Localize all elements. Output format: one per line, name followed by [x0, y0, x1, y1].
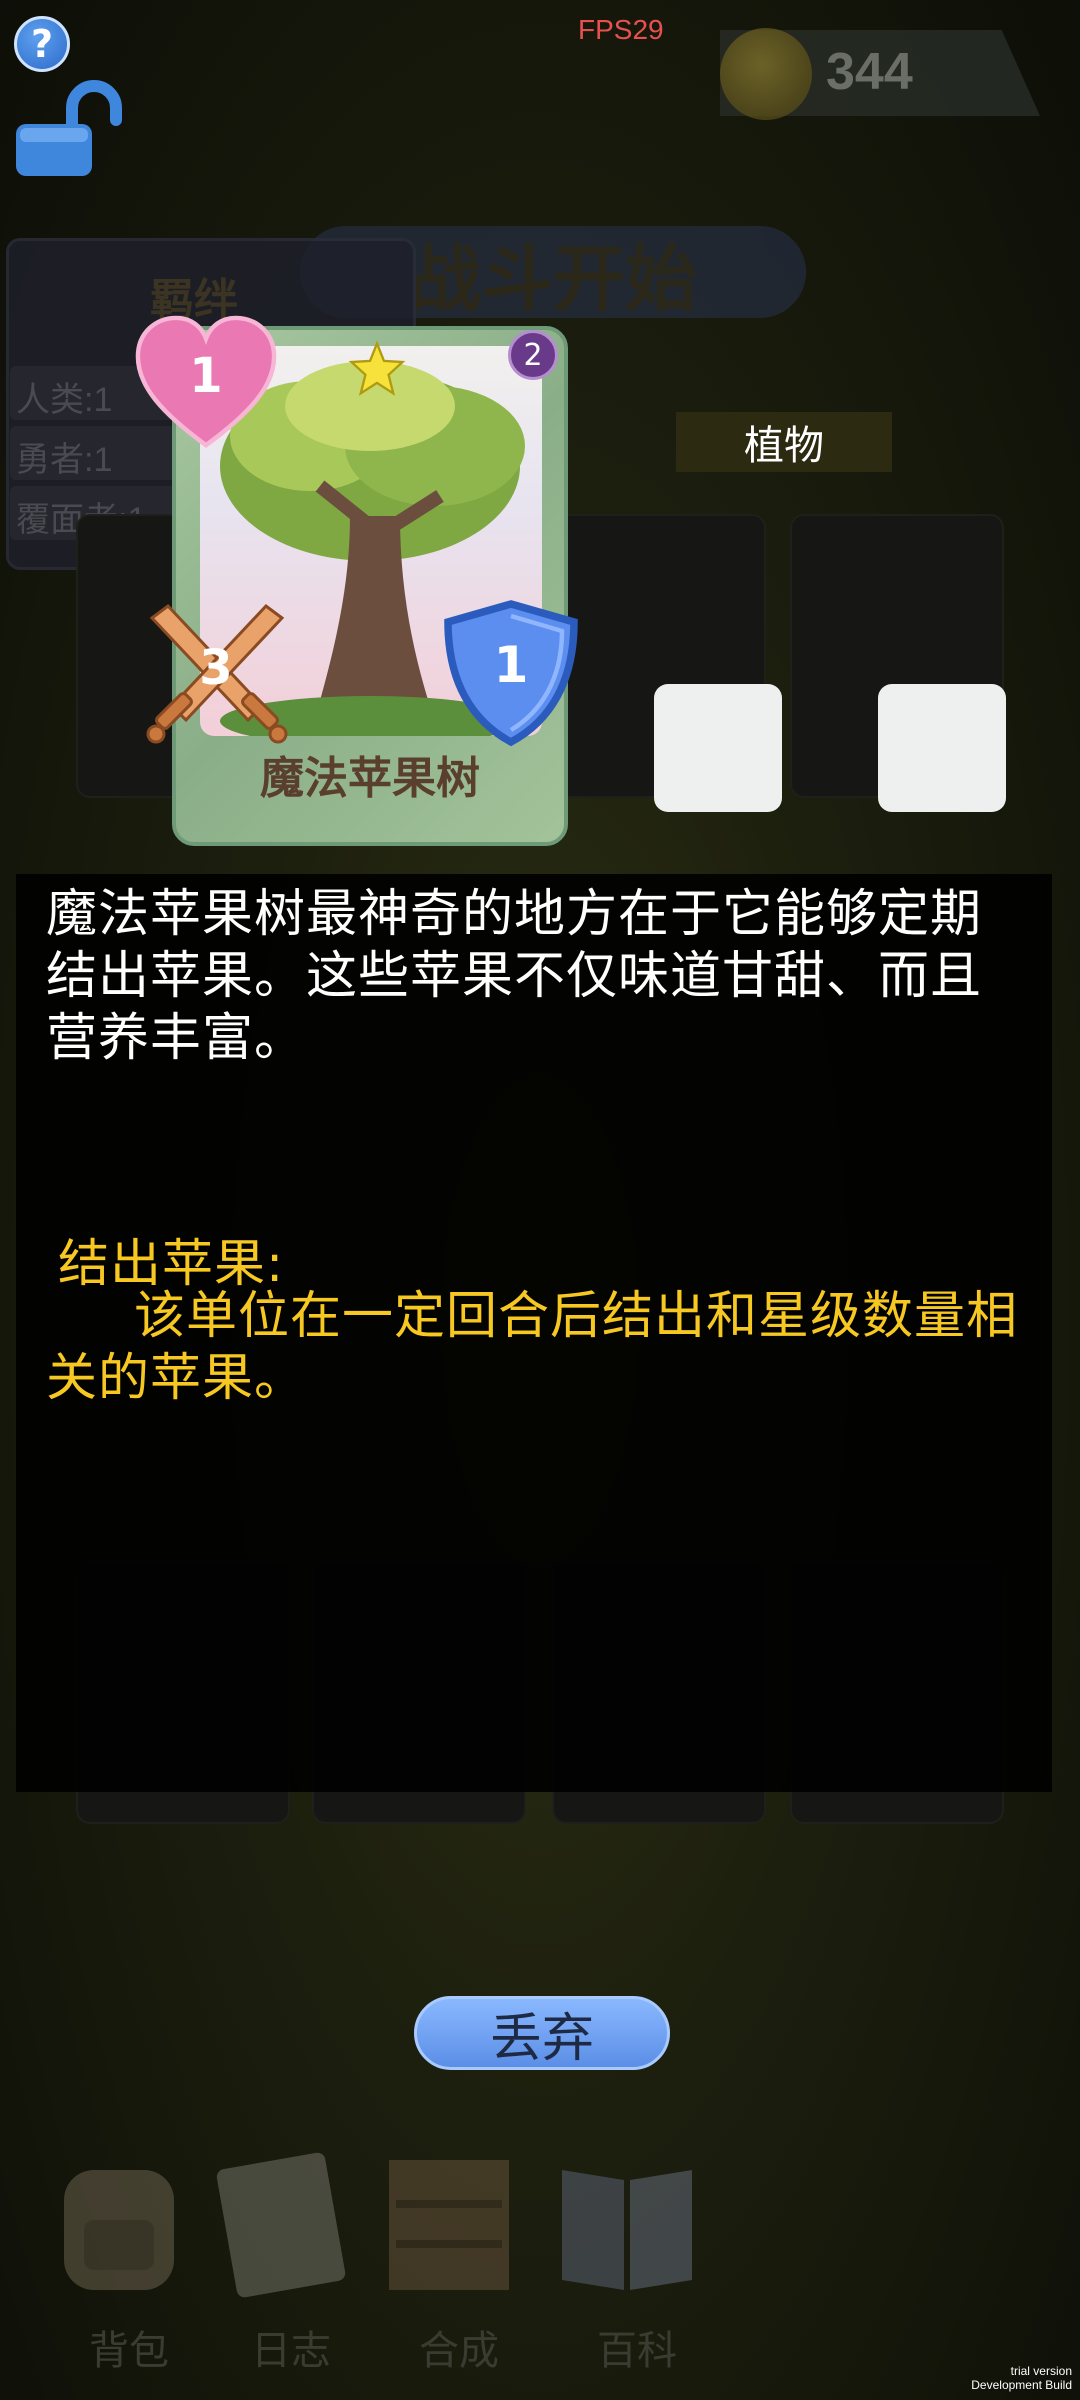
nav-label: 日志: [251, 2328, 331, 2374]
defense-value: 1: [493, 636, 529, 694]
build-line: Development Build: [971, 2378, 1072, 2392]
star-rank-icon: [348, 340, 406, 396]
bond-row: 人类:1: [16, 381, 113, 419]
level-badge: 2: [508, 330, 558, 380]
journal-icon: [216, 2152, 346, 2298]
fps-counter: FPS29: [578, 14, 664, 45]
build-watermark: trial version Development Build: [971, 2364, 1072, 2392]
encyclopedia-book-icon: [562, 2170, 692, 2290]
nav-label: 背包: [89, 2328, 169, 2374]
nav-backpack[interactable]: 背包: [44, 2140, 214, 2374]
coin-icon: [720, 28, 812, 120]
help-button[interactable]: ?: [14, 16, 70, 72]
crafting-shelf-icon: [389, 2160, 509, 2290]
nav-label: 百科: [597, 2328, 677, 2374]
battle-start-label: 战斗开始: [408, 236, 697, 321]
discard-button[interactable]: 丢弃: [414, 1996, 670, 2070]
attack-value: 3: [199, 640, 233, 696]
nav-crafting[interactable]: 合成: [374, 2140, 544, 2374]
empty-card-slot[interactable]: [878, 684, 1006, 812]
nav-encyclopedia[interactable]: 百科: [552, 2140, 722, 2374]
build-line: trial version: [1010, 2364, 1072, 2378]
backpack-icon: [64, 2170, 174, 2290]
skill-title: 结出苹果:: [58, 1235, 285, 1294]
category-tag: 植物: [676, 412, 892, 472]
coin-count: 344: [826, 43, 913, 101]
empty-card-slot[interactable]: [654, 684, 782, 812]
bond-row: 勇者:1: [16, 441, 113, 479]
unlocked-padlock-icon[interactable]: [14, 80, 124, 180]
health-value: 1: [189, 348, 223, 404]
nav-label: 合成: [419, 2328, 499, 2374]
nav-journal[interactable]: 日志: [206, 2140, 376, 2374]
card-description: 魔法苹果树最神奇的地方在于它能够定期结出苹果。这些苹果不仅味道甘甜、而且营养丰富…: [46, 885, 983, 1068]
skill-description: 该单位在一定回合后结出和星级数量相关的苹果。: [46, 1287, 1019, 1408]
